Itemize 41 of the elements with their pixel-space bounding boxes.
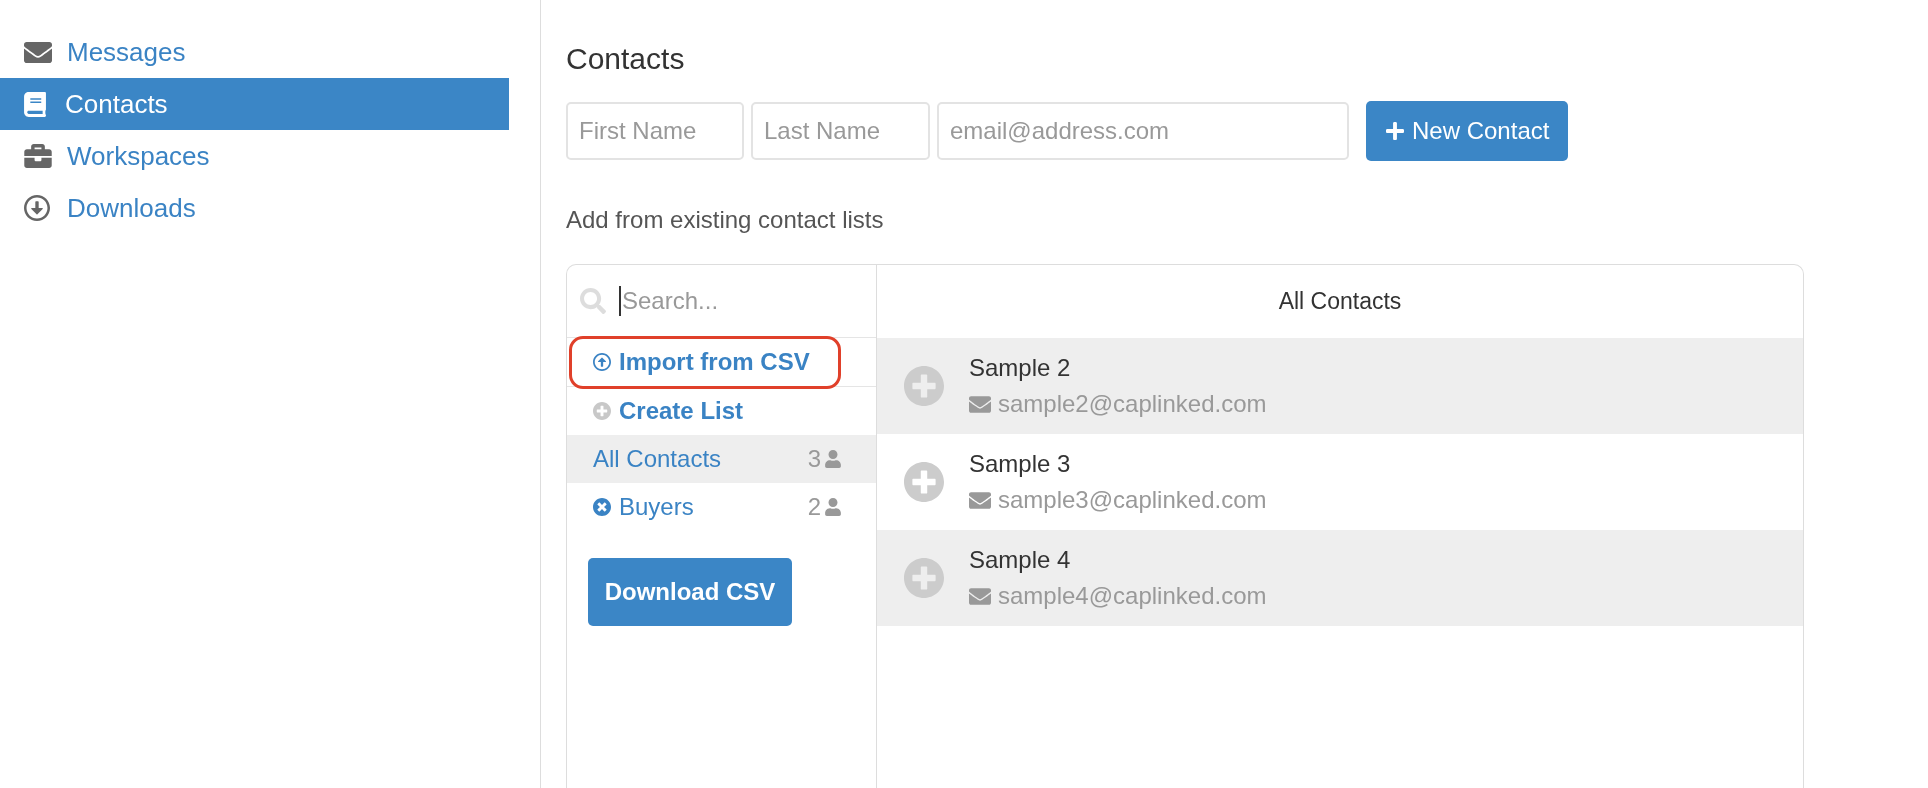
page-title: Contacts: [566, 41, 685, 77]
envelope-icon: [969, 491, 991, 509]
first-name-field[interactable]: First Name: [566, 102, 744, 160]
sidebar-item[interactable]: Contacts: [0, 78, 509, 130]
contact-list-item[interactable]: Buyers 2: [567, 483, 876, 531]
add-icon[interactable]: [904, 558, 944, 598]
contact-email: sample2@caplinked.com: [998, 389, 1267, 419]
download-csv-button[interactable]: Download CSV: [588, 558, 792, 626]
import-csv-link[interactable]: Import from CSV: [593, 344, 810, 380]
envelope-icon: [969, 395, 991, 413]
envelope-icon: [969, 587, 991, 605]
envelope-icon: [24, 41, 52, 63]
new-contact-button[interactable]: New Contact: [1366, 101, 1568, 161]
contact-name: Sample 3: [969, 449, 1071, 479]
sidebar-item[interactable]: Workspaces: [0, 130, 509, 182]
section-title: Add from existing contact lists: [566, 205, 884, 235]
upload-icon: [593, 353, 611, 371]
contact-list-item[interactable]: All Contacts 3: [567, 435, 876, 483]
member-count: 2: [807, 492, 821, 522]
create-list-link[interactable]: Create List: [593, 393, 744, 429]
book-icon: [24, 91, 46, 117]
add-icon[interactable]: [904, 366, 944, 406]
remove-icon[interactable]: [593, 498, 611, 516]
contact-name: Sample 4: [969, 545, 1071, 575]
search-field[interactable]: Search...: [621, 281, 861, 321]
user-icon: [825, 498, 841, 516]
last-name-field[interactable]: Last Name: [751, 102, 930, 160]
add-icon[interactable]: [904, 462, 944, 502]
plus-icon: [1386, 122, 1404, 140]
download-icon: [24, 195, 50, 221]
list-title: All Contacts: [1278, 287, 1402, 317]
email-field[interactable]: email@address.com: [937, 102, 1349, 160]
user-icon: [825, 450, 841, 468]
sidebar-item[interactable]: Downloads: [0, 182, 509, 234]
sidebar-item[interactable]: Messages: [0, 26, 509, 78]
contact-name: Sample 2: [969, 353, 1071, 383]
member-count: 3: [807, 444, 821, 474]
briefcase-icon: [24, 144, 52, 168]
search-icon: [580, 288, 606, 314]
contact-email: sample4@caplinked.com: [998, 581, 1267, 611]
contact-email: sample3@caplinked.com: [998, 485, 1267, 515]
